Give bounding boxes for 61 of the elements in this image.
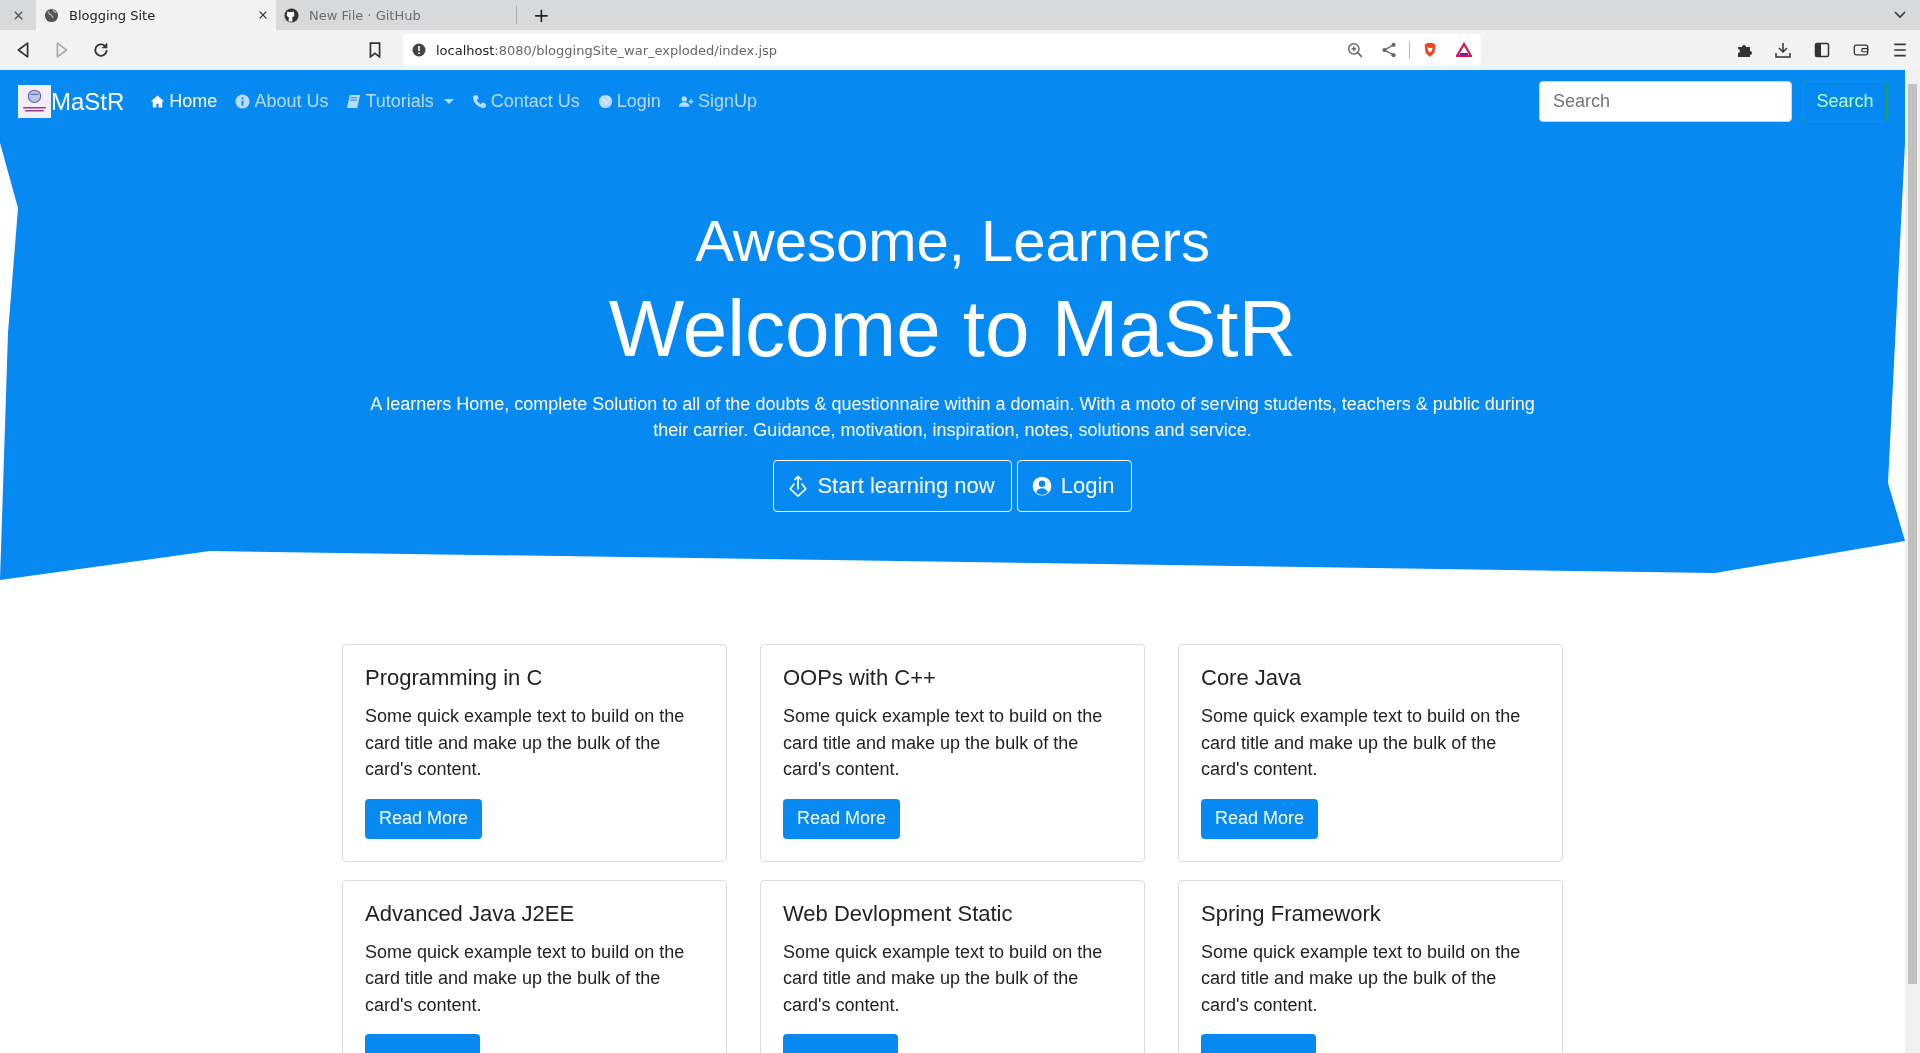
upload-icon	[788, 473, 809, 498]
download-icon[interactable]	[1775, 42, 1791, 58]
card-text: Some quick example text to build on the card title and make up the bulk of the card's content.	[1201, 705, 1522, 781]
home-icon	[150, 94, 166, 109]
logo-icon	[18, 85, 51, 118]
menu-icon[interactable]	[1892, 42, 1908, 58]
card-title: Programming in C	[365, 665, 544, 691]
hero-title: Awesome, Learners	[695, 209, 1210, 273]
reload-icon[interactable]	[93, 42, 109, 58]
nav-link[interactable]: Contact Us	[471, 91, 580, 112]
close-icon[interactable]	[13, 9, 24, 21]
card-text: Some quick example text to build on the card title and make up the bulk of the card's content.	[365, 940, 686, 1017]
user-plus-icon	[678, 94, 694, 109]
card-text: Some quick example text to build on the card title and make up the bulk of the card's content.	[783, 705, 1104, 781]
sidebar-icon[interactable]	[1814, 42, 1830, 58]
card-title: OOPs with C++	[783, 665, 937, 691]
start-learning-button[interactable]: Start learning now	[773, 459, 1012, 512]
bookmark-icon[interactable]	[367, 42, 383, 58]
warning-icon	[412, 43, 426, 57]
card-text: Some quick example text to build on the card title and make up the bulk of the card's content.	[1201, 940, 1522, 1017]
cat-logo-icon	[284, 7, 299, 23]
card-title: Core Java	[1201, 665, 1303, 691]
nav-link[interactable]: Home	[150, 91, 218, 112]
new-tab-button[interactable]: +	[527, 3, 556, 27]
search-button[interactable]: Search	[1803, 81, 1887, 122]
tab-title: Blogging Site	[69, 7, 157, 23]
hero-heading: Welcome to MaStR	[608, 284, 1297, 373]
close-icon[interactable]	[258, 10, 268, 20]
card-title: Spring Framework	[1201, 900, 1382, 927]
book-icon	[346, 94, 362, 109]
back-icon[interactable]	[15, 42, 31, 58]
address-bar[interactable]: localhost:8080/bloggingSite_war_exploded/index.jsp	[403, 34, 1481, 66]
wallet-icon[interactable]	[1853, 42, 1869, 58]
lion-shield-icon[interactable]	[1422, 42, 1438, 58]
nav-link[interactable]: Login	[597, 91, 661, 112]
browser-tab[interactable]: New File · GitHub	[276, 0, 516, 30]
url-text: localhost:8080/bloggingSite_war_exploded/index.jsp	[436, 42, 778, 58]
zoom-in-icon[interactable]	[1347, 42, 1363, 58]
share-icon[interactable]	[1381, 42, 1397, 58]
card-title: Web Devlopment Static	[783, 900, 1014, 927]
login-button[interactable]: Login	[1016, 459, 1132, 512]
nav-link[interactable]: Tutorials	[346, 91, 454, 112]
phone-icon	[471, 94, 487, 109]
chevron-down-icon[interactable]	[1894, 11, 1906, 19]
search-field[interactable]: Search	[1539, 81, 1792, 122]
nav-link[interactable]: SignUp	[678, 91, 757, 112]
read-more-button[interactable]: Read More	[1201, 798, 1319, 839]
read-more-button[interactable]: Read More	[783, 798, 901, 839]
puzzle-icon[interactable]	[1736, 42, 1752, 58]
nav-link[interactable]: About Us	[235, 91, 329, 112]
browser-tab[interactable]: Blogging Site	[36, 0, 276, 30]
tab-title: New File · GitHub	[309, 7, 422, 23]
info-icon	[235, 94, 251, 109]
card-text: Some quick example text to build on the card title and make up the bulk of the card's content.	[365, 705, 686, 781]
scrollbar[interactable]	[1905, 70, 1920, 1053]
read-more-button[interactable]: Read More	[365, 798, 483, 839]
card-text: Some quick example text to build on the card title and make up the bulk of the card's content.	[783, 940, 1104, 1017]
brand-link[interactable]: MaStR	[51, 87, 125, 116]
triangle-icon[interactable]	[1456, 42, 1472, 58]
hero-description: A learners Home, complete Solution to all of the doubts & questionnaire within a domain. With a moto of serving students, teachers & public during their carrier. Guidance, motivation, inspiration, notes, solutions and service.	[369, 392, 1536, 442]
card-title: Advanced Java J2EE	[365, 900, 576, 927]
